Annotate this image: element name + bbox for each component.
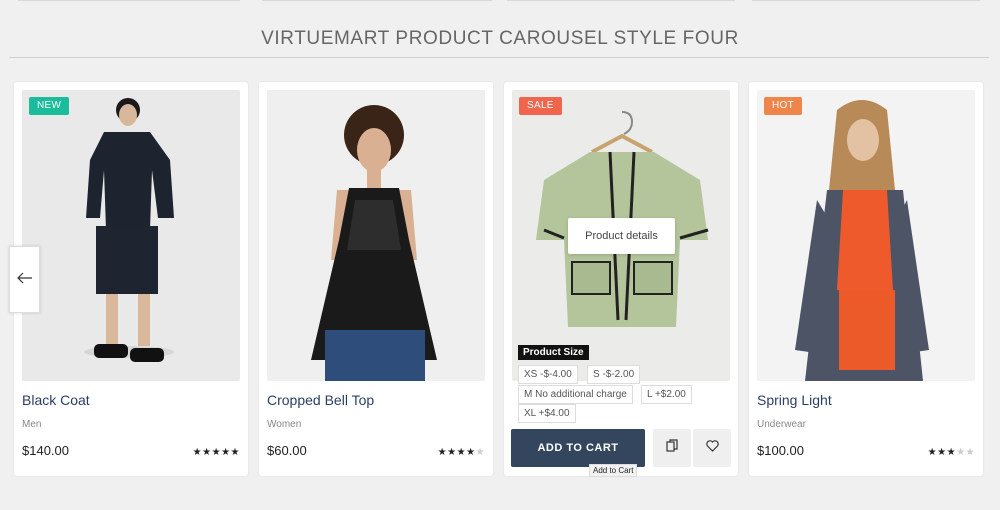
product-category[interactable]: Men [22, 419, 41, 430]
rating-stars: ★★★★★ [927, 447, 975, 458]
compare-button[interactable] [653, 429, 691, 467]
add-to-cart-button[interactable]: ADD TO CART [511, 429, 645, 467]
product-card[interactable]: HOT Spring Light Underwear $100.00 ★★★★★ [749, 82, 983, 476]
product-details-button[interactable]: Product details [568, 218, 675, 254]
rating-stars: ★★★★★ [192, 447, 240, 458]
heart-icon [705, 439, 719, 457]
product-image[interactable] [267, 90, 485, 381]
wishlist-button[interactable] [693, 429, 731, 467]
product-image[interactable] [22, 90, 240, 381]
product-price: $140.00 [22, 443, 69, 458]
size-option-m[interactable]: M No additional charge [518, 385, 633, 404]
sale-badge: SALE [519, 97, 562, 115]
size-option-l[interactable]: L +$2.00 [641, 385, 692, 404]
product-category[interactable]: Underwear [757, 419, 806, 430]
product-image[interactable] [757, 90, 975, 381]
top-dividers [0, 0, 1000, 2]
product-card[interactable]: NEW Black Coat Men $140.00 ★★★★★ [14, 82, 248, 476]
size-option-s[interactable]: S -$-2.00 [587, 365, 641, 384]
product-price: $60.00 [267, 443, 307, 458]
carousel-prev-button[interactable] [9, 246, 40, 313]
product-size-label: Product Size [518, 345, 589, 360]
size-option-xs[interactable]: XS -$-4.00 [518, 365, 578, 384]
new-badge: NEW [29, 97, 70, 115]
rating-stars: ★★★★★ [437, 447, 485, 458]
product-price: $100.00 [757, 443, 804, 458]
product-name[interactable]: Cropped Bell Top [267, 392, 374, 408]
product-category[interactable]: Women [267, 419, 301, 430]
arrow-left-icon [16, 271, 33, 289]
section-title: VIRTUEMART PRODUCT CAROUSEL STYLE FOUR [261, 28, 739, 49]
add-to-cart-tooltip: Add to Cart [589, 464, 638, 477]
product-name[interactable]: Black Coat [22, 392, 90, 408]
product-card[interactable]: Cropped Bell Top Women $60.00 ★★★★★ [259, 82, 493, 476]
size-option-xl[interactable]: XL +$4.00 [518, 404, 576, 423]
hot-badge: HOT [764, 97, 803, 115]
title-divider [9, 57, 989, 58]
copy-icon [666, 439, 678, 457]
product-name[interactable]: Spring Light [757, 392, 832, 408]
